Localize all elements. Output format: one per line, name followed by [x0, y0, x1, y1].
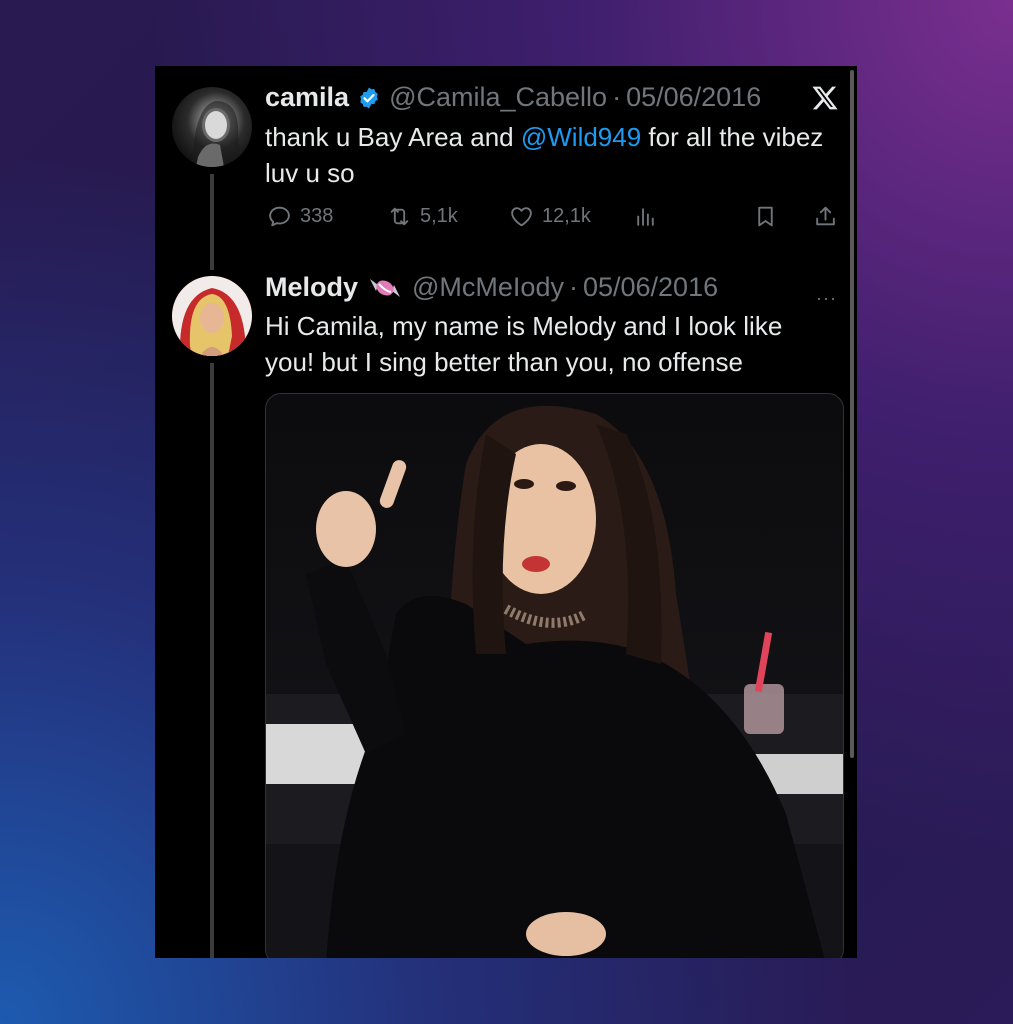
user-handle[interactable]: @McMeIody: [412, 272, 564, 303]
repost-button[interactable]: 5,1k: [387, 204, 458, 229]
avatar-photo: [192, 101, 242, 167]
candy-emoji-icon: [370, 278, 401, 297]
reply-header: Melody @McMeIody · 05/06/2016: [265, 272, 718, 303]
tweet-date[interactable]: 05/06/2016: [626, 82, 761, 113]
like-button[interactable]: 12,1k: [509, 204, 591, 229]
views-button[interactable]: [633, 204, 666, 229]
tweet-text: thank u Bay Area and @Wild949 for all th…: [265, 119, 825, 191]
thread-connector-line: [210, 363, 214, 958]
user-handle[interactable]: @Camila_Cabello: [389, 82, 607, 113]
bookmark-button[interactable]: [753, 204, 786, 229]
more-options-button[interactable]: ···: [816, 288, 837, 309]
tweet-actions: 338 5,1k 12,1k: [267, 204, 847, 232]
display-name[interactable]: camila: [265, 82, 349, 113]
repost-count: 5,1k: [420, 205, 458, 227]
heart-icon: [511, 207, 532, 227]
tweet-media-photo[interactable]: [265, 393, 844, 958]
bookmark-icon: [758, 206, 773, 227]
mention-link[interactable]: @Wild949: [521, 122, 641, 152]
avatar-photo: [172, 276, 252, 356]
share-button[interactable]: [813, 204, 846, 229]
verified-badge-icon: [360, 87, 378, 108]
photo-content: [266, 405, 843, 958]
display-name[interactable]: Melody: [265, 272, 358, 303]
x-logo-icon: [812, 86, 838, 110]
reply-text: Hi Camila, my name is Melody and I look …: [265, 311, 783, 377]
tweet-text-part: thank u Bay Area and: [265, 122, 521, 152]
reply-count: 338: [300, 205, 334, 227]
scrollbar[interactable]: [850, 70, 854, 758]
analytics-icon: [637, 208, 654, 226]
separator-dot: ·: [568, 272, 578, 302]
tweet-date[interactable]: 05/06/2016: [583, 272, 718, 303]
separator-dot: ·: [612, 82, 622, 112]
like-count: 12,1k: [542, 205, 591, 227]
thread-connector-line: [210, 174, 214, 270]
repost-icon: [390, 207, 409, 226]
tweet-thread-card: camila @Camila_Cabello · 05/06/2016 than…: [155, 66, 857, 958]
share-icon: [816, 206, 835, 226]
avatar-camila[interactable]: [172, 87, 252, 167]
reply-button[interactable]: 338: [267, 204, 333, 229]
tweet-header: camila @Camila_Cabello · 05/06/2016: [265, 82, 761, 113]
reply-icon: [269, 206, 290, 227]
avatar-melody[interactable]: [172, 276, 252, 356]
